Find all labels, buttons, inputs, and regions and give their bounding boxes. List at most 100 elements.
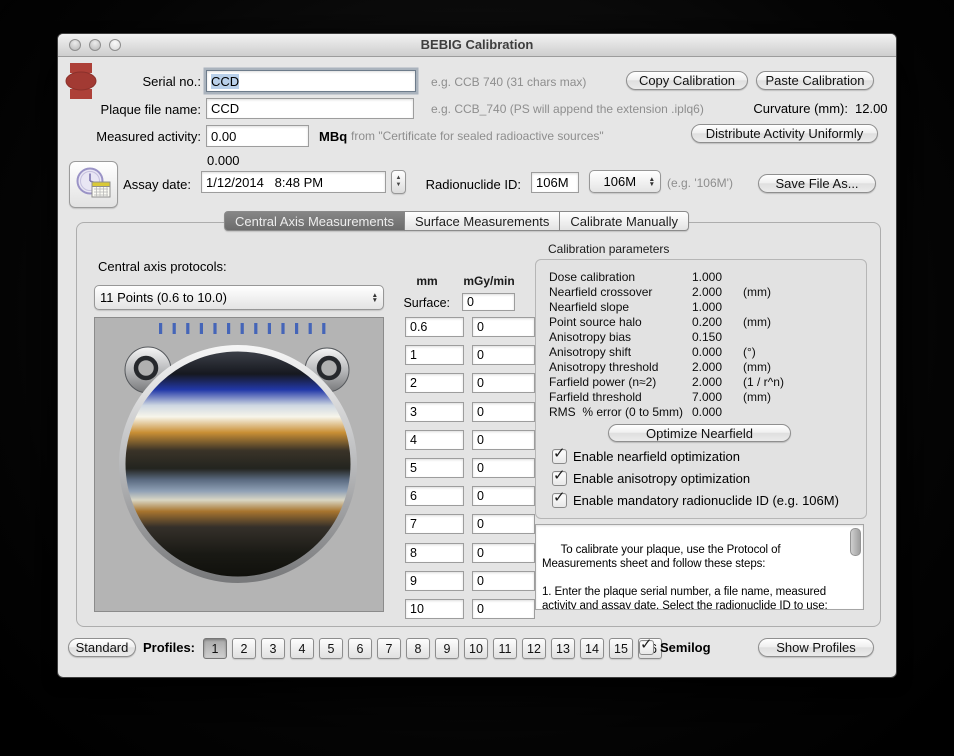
profiles-label: Profiles: bbox=[143, 640, 196, 655]
checkmark-icon: ✓ bbox=[553, 445, 566, 462]
file-name-label: Plaque file name: bbox=[100, 102, 201, 117]
show-profiles-button[interactable]: Show Profiles bbox=[758, 638, 874, 657]
checkbox-checked-icon[interactable]: ✓ bbox=[552, 489, 567, 508]
optimization-checkbox-row[interactable]: ✓ Enable mandatory radionuclide ID (e.g. … bbox=[552, 489, 839, 509]
parameter-name: Nearfield slope bbox=[549, 299, 630, 314]
profile-button-6[interactable]: 6 bbox=[348, 638, 372, 659]
depth-mm-field[interactable]: 10 bbox=[405, 598, 464, 619]
tab-calibrate-manually[interactable]: Calibrate Manually bbox=[560, 211, 690, 231]
profile-button-10[interactable]: 10 bbox=[464, 638, 488, 659]
measurement-rows: 0.6 0 1 0 2 0 3 0 4 0 5 0 6 0 7 0 8 0 9 0 10 0 bbox=[405, 317, 535, 619]
file-name-hint: e.g. CCB_740 (PS will append the extensi… bbox=[431, 102, 704, 116]
assay-date-input[interactable]: 1/12/2014 8:48 PM bbox=[201, 171, 386, 193]
dose-rate-field[interactable]: 0 bbox=[472, 486, 535, 507]
file-name-input[interactable]: CCD bbox=[206, 98, 414, 119]
standard-button[interactable]: Standard bbox=[68, 638, 136, 657]
central-axis-groupbox: Central axis protocols: 11 Points (0.6 t… bbox=[76, 222, 881, 627]
tab-central-axis-measurements[interactable]: Central Axis Measurements bbox=[224, 211, 405, 231]
column-header-mm: mm bbox=[416, 274, 438, 288]
measurement-row: 40 bbox=[405, 429, 535, 450]
depth-mm-field[interactable]: 5 bbox=[405, 457, 464, 478]
radionuclide-hint: (e.g. '106M') bbox=[667, 176, 733, 190]
depth-mm-field[interactable]: 6 bbox=[405, 486, 464, 507]
parameter-unit: (mm) bbox=[743, 284, 771, 299]
parameter-name: Point source halo bbox=[549, 314, 642, 329]
tab-surface-measurements[interactable]: Surface Measurements bbox=[404, 211, 561, 231]
parameter-value: 2.000 bbox=[692, 359, 723, 374]
profile-button-7[interactable]: 7 bbox=[377, 638, 401, 659]
measurement-tick bbox=[254, 323, 258, 334]
radionuclide-input[interactable]: 106M bbox=[531, 172, 579, 193]
profile-button-4[interactable]: 4 bbox=[290, 638, 314, 659]
dose-rate-field[interactable]: 0 bbox=[472, 373, 535, 394]
instructions-text: To calibrate your plaque, use the Protoc… bbox=[542, 544, 828, 610]
measurement-tick bbox=[159, 323, 163, 334]
copy-calibration-button[interactable]: Copy Calibration bbox=[626, 71, 748, 90]
paste-calibration-button[interactable]: Paste Calibration bbox=[756, 71, 874, 90]
measurement-tick bbox=[322, 323, 326, 334]
depth-mm-field[interactable]: 2 bbox=[405, 373, 464, 394]
checkbox-label: Enable nearfield optimization bbox=[573, 449, 740, 464]
plaque-photo-image bbox=[95, 318, 383, 611]
profile-button-15[interactable]: 15 bbox=[609, 638, 633, 659]
profile-button-13[interactable]: 13 bbox=[551, 638, 575, 659]
depth-mm-field[interactable]: 0.6 bbox=[405, 317, 464, 337]
surface-label: Surface: bbox=[403, 296, 450, 310]
dose-rate-field[interactable]: 0 bbox=[472, 570, 535, 591]
checkbox-checked-icon[interactable]: ✓ bbox=[639, 636, 654, 655]
profile-button-2[interactable]: 2 bbox=[232, 638, 256, 659]
depth-mm-field[interactable]: 4 bbox=[405, 429, 464, 450]
calibration-parameter-row: Anisotropy threshold 2.000 (mm) bbox=[549, 359, 860, 374]
radionuclide-popup[interactable]: 106M ▲ ▼ bbox=[589, 170, 661, 193]
parameter-value: 0.000 bbox=[692, 404, 723, 419]
depth-mm-field[interactable]: 1 bbox=[405, 345, 464, 366]
parameter-value: 0.150 bbox=[692, 329, 723, 344]
semilog-checkbox-row[interactable]: ✓ Semilog bbox=[639, 636, 711, 656]
profile-button-11[interactable]: 11 bbox=[493, 638, 517, 659]
profile-button-14[interactable]: 14 bbox=[580, 638, 604, 659]
optimize-nearfield-button[interactable]: Optimize Nearfield bbox=[608, 424, 791, 442]
parameter-value: 0.200 bbox=[692, 314, 723, 329]
dose-rate-field[interactable]: 0 bbox=[472, 514, 535, 535]
profile-button-3[interactable]: 3 bbox=[261, 638, 285, 659]
activity-computed-value: 0.000 bbox=[207, 153, 240, 168]
profile-button-12[interactable]: 12 bbox=[522, 638, 546, 659]
dose-rate-field[interactable]: 0 bbox=[472, 457, 535, 478]
parameter-list: Dose calibration 1.000 Nearfield crossover… bbox=[549, 269, 860, 419]
activity-input[interactable]: 0.00 bbox=[206, 125, 309, 147]
titlebar: BEBIG Calibration bbox=[58, 34, 896, 57]
depth-mm-field[interactable]: 9 bbox=[405, 570, 464, 591]
checkbox-checked-icon[interactable]: ✓ bbox=[552, 467, 567, 486]
distribute-activity-button[interactable]: Distribute Activity Uniformly bbox=[691, 124, 878, 143]
depth-mm-field[interactable]: 7 bbox=[405, 514, 464, 535]
save-file-as-button[interactable]: Save File As... bbox=[758, 174, 876, 193]
profile-button-1[interactable]: 1 bbox=[203, 638, 227, 659]
serial-input[interactable]: CCD bbox=[206, 70, 416, 92]
measurement-tabs: Central Axis Measurements Surface Measure… bbox=[224, 211, 690, 231]
dose-rate-field[interactable]: 0 bbox=[472, 598, 535, 619]
measurement-tick bbox=[199, 323, 203, 334]
dose-rate-field[interactable]: 0 bbox=[472, 401, 535, 422]
dose-rate-field[interactable]: 0 bbox=[472, 317, 535, 337]
instructions-textbox[interactable]: To calibrate your plaque, use the Protoc… bbox=[535, 524, 864, 610]
parameter-value: 7.000 bbox=[692, 389, 723, 404]
profile-button-9[interactable]: 9 bbox=[435, 638, 459, 659]
scrollbar-thumb[interactable] bbox=[850, 528, 861, 556]
assay-date-stepper[interactable]: ▲ ▼ bbox=[391, 170, 406, 194]
dose-rate-field[interactable]: 0 bbox=[472, 345, 535, 366]
dose-rate-field[interactable]: 0 bbox=[472, 429, 535, 450]
optimization-checkbox-row[interactable]: ✓ Enable anisotropy optimization bbox=[552, 467, 839, 487]
measurement-row: 0.6 0 bbox=[405, 317, 535, 337]
calibration-parameter-row: Nearfield slope 1.000 bbox=[549, 299, 860, 314]
checkbox-checked-icon[interactable]: ✓ bbox=[552, 445, 567, 464]
surface-dose-field[interactable]: 0 bbox=[462, 293, 515, 311]
parameter-value: 1.000 bbox=[692, 299, 723, 314]
depth-mm-field[interactable]: 8 bbox=[405, 542, 464, 563]
optimization-checkbox-row[interactable]: ✓ Enable nearfield optimization bbox=[552, 445, 839, 465]
dose-rate-field[interactable]: 0 bbox=[472, 542, 535, 563]
protocols-popup[interactable]: 11 Points (0.6 to 10.0) ▲ ▼ bbox=[94, 285, 384, 310]
measurement-row: 10 0 bbox=[405, 598, 535, 619]
profile-button-5[interactable]: 5 bbox=[319, 638, 343, 659]
profile-button-8[interactable]: 8 bbox=[406, 638, 430, 659]
depth-mm-field[interactable]: 3 bbox=[405, 401, 464, 422]
